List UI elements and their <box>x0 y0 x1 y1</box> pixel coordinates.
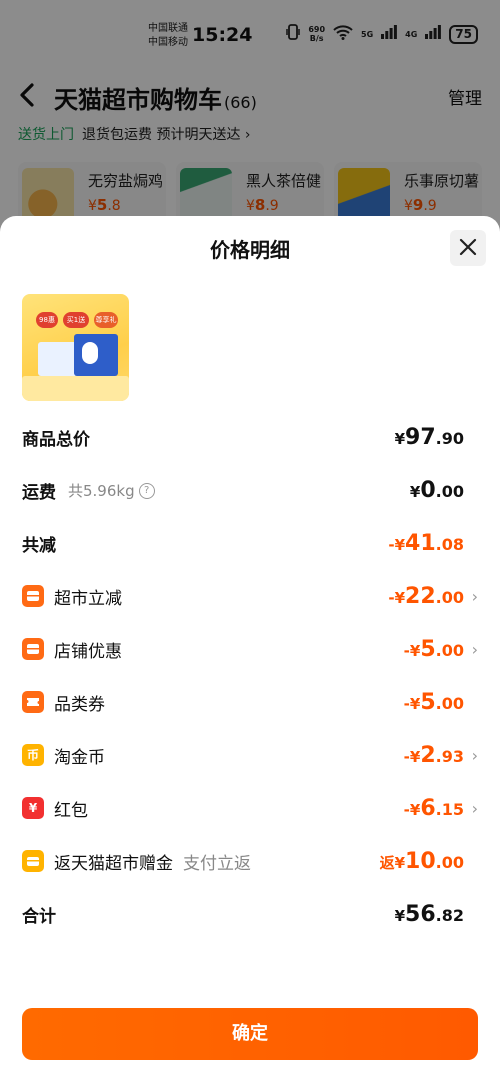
row-label: 超市立减 <box>54 588 122 609</box>
chevron-right-icon: › <box>471 586 478 606</box>
row-label: 共减 <box>22 535 56 556</box>
row-label: 商品总价 <box>22 429 90 450</box>
row-store-discount[interactable]: 店铺优惠 -¥5.00 › <box>22 634 478 687</box>
row-red-packet[interactable]: ¥ 红包 -¥6.15 › <box>22 793 478 846</box>
product-image: 98惠 买1送 尊享礼 <box>22 294 129 401</box>
shipping-weight: 共5.96kg? <box>68 480 155 501</box>
chevron-right-icon: › <box>471 745 478 765</box>
amount-value: -¥41.08 <box>388 530 464 556</box>
row-label: 品类券 <box>54 694 105 715</box>
shop-icon <box>22 638 44 660</box>
row-total-discount: 共减 -¥41.08 <box>22 528 478 581</box>
row-label: 运费 <box>22 482 56 503</box>
amount-value: ¥97.90 <box>394 424 464 450</box>
coin-icon: 币 <box>22 744 44 766</box>
amount-value: -¥6.15 <box>403 795 464 821</box>
amount-value: ¥56.82 <box>394 901 464 927</box>
row-sum: 合计 ¥56.82 <box>22 899 478 952</box>
price-rows: 商品总价 ¥97.90 运费 共5.96kg? ¥0.00 共减 -¥41.08 <box>22 422 478 952</box>
row-label: 合计 <box>22 906 56 927</box>
close-icon <box>459 234 477 262</box>
amount-value: -¥5.00 <box>403 689 464 715</box>
amount-value: -¥22.00 <box>388 583 464 609</box>
close-button[interactable] <box>450 230 486 266</box>
chevron-right-icon: › <box>471 639 478 659</box>
amount-value: 返¥10.00 <box>379 848 464 874</box>
cashback-note: 支付立返 <box>183 853 251 874</box>
row-label: 红包 <box>54 800 88 821</box>
gift-card-icon <box>22 850 44 872</box>
chevron-right-icon: › <box>471 798 478 818</box>
row-label: 店铺优惠 <box>54 641 122 662</box>
row-label: 返天猫超市赠金 <box>54 853 173 874</box>
sheet-title: 价格明细 <box>210 238 290 262</box>
row-tao-coins[interactable]: 币 淘金币 -¥2.93 › <box>22 740 478 793</box>
confirm-button[interactable]: 确定 <box>22 1008 478 1060</box>
coupon-icon <box>22 691 44 713</box>
amount-value: -¥2.93 <box>403 742 464 768</box>
row-supermarket-discount[interactable]: 超市立减 -¥22.00 › <box>22 581 478 634</box>
price-detail-sheet: 价格明细 98惠 买1送 尊享礼 商品总价 ¥97.90 运费 共5.96kg? <box>0 216 500 1083</box>
row-category-coupon: 品类券 -¥5.00 <box>22 687 478 740</box>
row-label: 淘金币 <box>54 747 105 768</box>
amount-value: ¥0.00 <box>409 477 464 503</box>
product-badge: 买1送 <box>63 312 89 328</box>
product-badge: 98惠 <box>36 312 58 328</box>
help-icon[interactable]: ? <box>138 483 155 499</box>
shop-icon <box>22 585 44 607</box>
row-total-price: 商品总价 ¥97.90 <box>22 422 478 475</box>
row-cashback: 返天猫超市赠金 支付立返 返¥10.00 <box>22 846 478 899</box>
row-shipping: 运费 共5.96kg? ¥0.00 <box>22 475 478 528</box>
red-packet-icon: ¥ <box>22 797 44 819</box>
product-badge: 尊享礼 <box>94 312 118 328</box>
amount-value: -¥5.00 <box>403 636 464 662</box>
